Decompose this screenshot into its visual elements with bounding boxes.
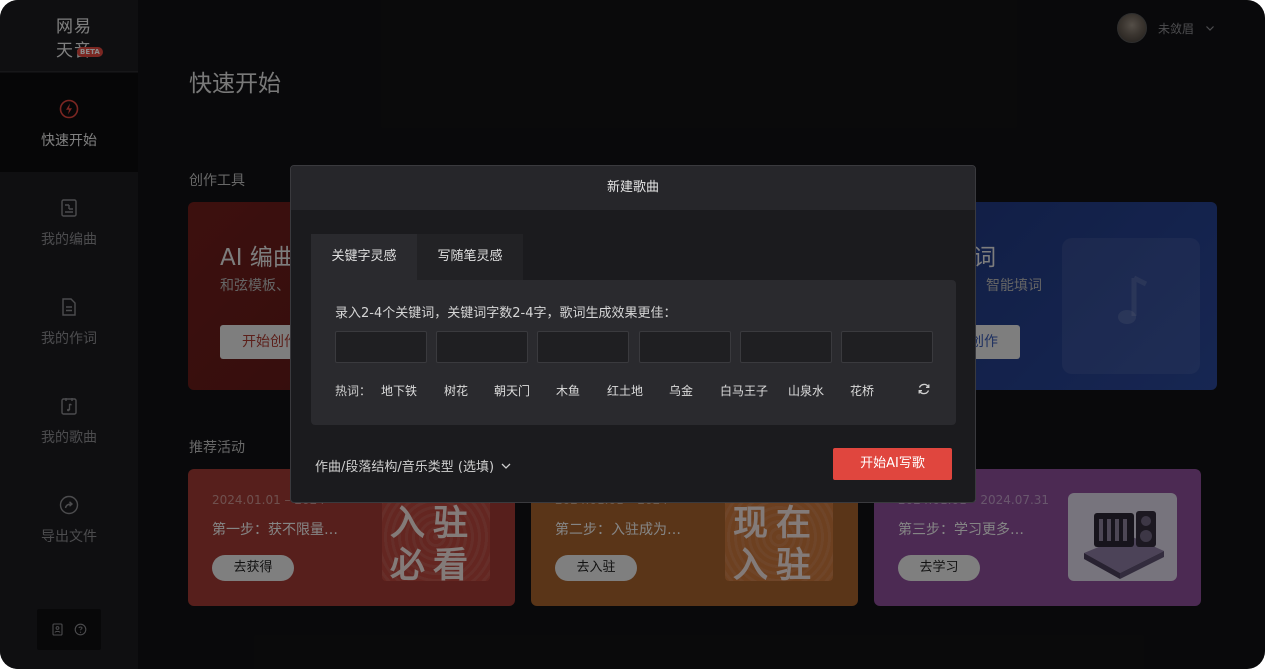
keyword-input-5[interactable]	[740, 331, 832, 363]
hot-word[interactable]: 树花	[444, 382, 468, 399]
refresh-icon[interactable]	[917, 382, 931, 396]
start-ai-song-button[interactable]: 开始AI写歌	[833, 448, 952, 480]
keyword-input-4[interactable]	[639, 331, 731, 363]
hot-word[interactable]: 花桥	[850, 382, 874, 399]
tab-keyword-inspiration[interactable]: 关键字灵感	[311, 234, 417, 280]
hot-word[interactable]: 乌金	[669, 382, 693, 399]
new-song-dialog: 新建歌曲 关键字灵感 写随笔灵感 录入2-4个关键词，关键词字数2-4字，歌词生…	[290, 165, 976, 503]
optional-settings-toggle[interactable]: 作曲/段落结构/音乐类型 (选填)	[315, 456, 512, 475]
hot-word[interactable]: 红土地	[607, 382, 643, 399]
optional-settings-label: 作曲/段落结构/音乐类型 (选填)	[315, 460, 495, 475]
hot-word[interactable]: 白马王子	[720, 382, 768, 399]
keyword-input-3[interactable]	[537, 331, 629, 363]
keyword-input-1[interactable]	[335, 331, 427, 363]
dialog-tabs: 关键字灵感 写随笔灵感	[311, 234, 523, 280]
keyword-panel: 录入2-4个关键词，关键词字数2-4字，歌词生成效果更佳： 热词： 地下铁 树花…	[311, 280, 956, 425]
keyword-instruction: 录入2-4个关键词，关键词字数2-4字，歌词生成效果更佳：	[335, 306, 677, 321]
keyword-input-6[interactable]	[841, 331, 933, 363]
hot-word[interactable]: 木鱼	[556, 382, 580, 399]
hot-word[interactable]: 地下铁	[381, 382, 417, 399]
hot-word[interactable]: 山泉水	[788, 382, 824, 399]
hot-word[interactable]: 朝天门	[494, 382, 530, 399]
dialog-title: 新建歌曲	[291, 166, 975, 210]
app-window: 网易 天音 BETA 快速开始 我的编曲 我的作词 我的歌曲 导出文件 未敛眉 …	[0, 0, 1265, 669]
tab-essay-inspiration[interactable]: 写随笔灵感	[417, 234, 523, 280]
chevron-down-icon	[501, 463, 511, 469]
hot-words-label: 热词：	[335, 384, 372, 398]
keyword-input-2[interactable]	[436, 331, 528, 363]
